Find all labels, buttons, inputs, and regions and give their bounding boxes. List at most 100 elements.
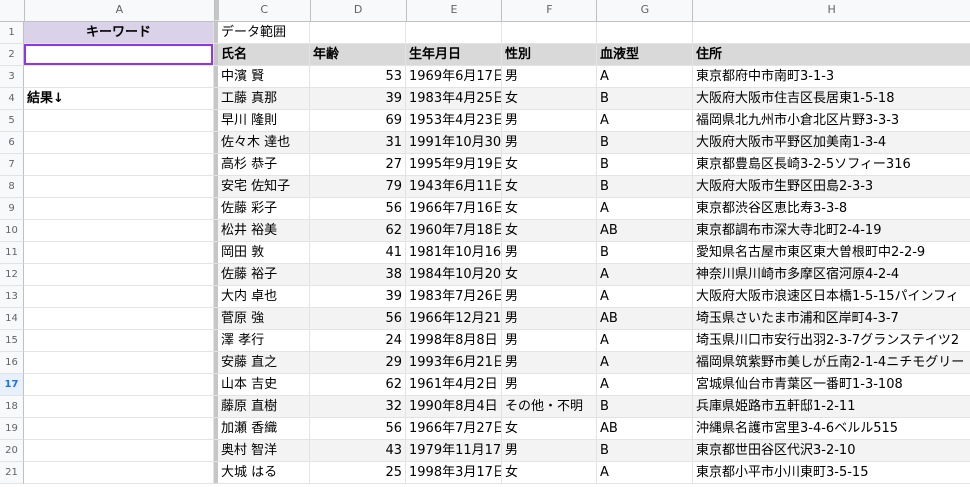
cell[interactable] xyxy=(24,330,214,352)
age-cell[interactable]: 32 xyxy=(310,396,406,418)
age-cell[interactable]: 53 xyxy=(310,66,406,88)
address-cell[interactable]: 神奈川県川崎市多摩区宿河原4-2-4 xyxy=(693,264,970,286)
name-cell[interactable]: 高杉 恭子 xyxy=(218,154,310,176)
column-header-c[interactable]: C xyxy=(219,0,311,21)
cell[interactable] xyxy=(24,110,214,132)
address-cell[interactable]: 福岡県筑紫野市美しが丘南2-1-4ニチモグリー xyxy=(693,352,970,374)
name-cell[interactable]: 早川 隆則 xyxy=(218,110,310,132)
range-label-cell[interactable]: データ範囲 xyxy=(218,22,310,44)
address-cell[interactable]: 東京都豊島区長崎3-2-5ソフィー316 xyxy=(693,154,970,176)
gender-cell[interactable]: 男 xyxy=(502,440,597,462)
birthdate-cell[interactable]: 1984年10月20日 xyxy=(406,264,502,286)
blood-type-cell[interactable]: B xyxy=(597,132,693,154)
blood-type-cell[interactable]: A xyxy=(597,352,693,374)
cell[interactable] xyxy=(24,396,214,418)
row-header[interactable]: 18 xyxy=(0,396,24,418)
name-cell[interactable]: 安宅 佐知子 xyxy=(218,176,310,198)
address-cell[interactable]: 大阪府大阪市生野区田島2-3-3 xyxy=(693,176,970,198)
blood-type-cell[interactable]: B xyxy=(597,88,693,110)
row-header[interactable]: 9 xyxy=(0,198,24,220)
blood-type-cell[interactable]: B xyxy=(597,440,693,462)
gender-cell[interactable]: 男 xyxy=(502,374,597,396)
age-cell[interactable]: 25 xyxy=(310,462,406,484)
cell[interactable] xyxy=(24,198,214,220)
birthdate-cell[interactable]: 1953年4月23日 xyxy=(406,110,502,132)
blood-type-cell[interactable]: B xyxy=(597,154,693,176)
birthdate-cell[interactable]: 1966年7月16日 xyxy=(406,198,502,220)
address-cell[interactable]: 埼玉県さいたま市浦和区岸町4-3-7 xyxy=(693,308,970,330)
birthdate-cell[interactable]: 1998年3月17日 xyxy=(406,462,502,484)
blood-type-cell[interactable]: B xyxy=(597,396,693,418)
gender-cell[interactable]: 男 xyxy=(502,132,597,154)
row-header[interactable]: 15 xyxy=(0,330,24,352)
gender-cell[interactable]: 男 xyxy=(502,330,597,352)
cell[interactable] xyxy=(24,374,214,396)
gender-cell[interactable]: 女 xyxy=(502,198,597,220)
birthdate-cell[interactable]: 1961年4月2日 xyxy=(406,374,502,396)
age-cell[interactable]: 79 xyxy=(310,176,406,198)
cell[interactable] xyxy=(24,286,214,308)
gender-cell[interactable]: 男 xyxy=(502,110,597,132)
header-age[interactable]: 年齢 xyxy=(310,44,406,66)
birthdate-cell[interactable]: 1990年8月4日 xyxy=(406,396,502,418)
header-blood-type[interactable]: 血液型 xyxy=(597,44,693,66)
age-cell[interactable]: 43 xyxy=(310,440,406,462)
blood-type-cell[interactable]: A xyxy=(597,264,693,286)
blood-type-cell[interactable]: A xyxy=(597,330,693,352)
gender-cell[interactable]: 男 xyxy=(502,352,597,374)
birthdate-cell[interactable]: 1993年6月21日 xyxy=(406,352,502,374)
name-cell[interactable]: 加瀬 香織 xyxy=(218,418,310,440)
row-header[interactable]: 4 xyxy=(0,88,24,110)
row-header[interactable]: 20 xyxy=(0,440,24,462)
gender-cell[interactable]: 女 xyxy=(502,88,597,110)
birthdate-cell[interactable]: 1979年11月17日 xyxy=(406,440,502,462)
cell[interactable] xyxy=(24,462,214,484)
row-header[interactable]: 16 xyxy=(0,352,24,374)
blood-type-cell[interactable]: A xyxy=(597,286,693,308)
birthdate-cell[interactable]: 1998年8月8日 xyxy=(406,330,502,352)
name-cell[interactable]: 中濱 賢 xyxy=(218,66,310,88)
address-cell[interactable]: 大阪府大阪市平野区加美南1-3-4 xyxy=(693,132,970,154)
address-cell[interactable]: 埼玉県川口市安行出羽2-3-7グランステイツ2 xyxy=(693,330,970,352)
name-cell[interactable]: 大城 はる xyxy=(218,462,310,484)
cell[interactable] xyxy=(24,418,214,440)
gender-cell[interactable]: 女 xyxy=(502,418,597,440)
cell[interactable] xyxy=(24,242,214,264)
address-cell[interactable]: 東京都小平市小川東町3-5-15 xyxy=(693,462,970,484)
cell[interactable] xyxy=(24,220,214,242)
row-header[interactable]: 11 xyxy=(0,242,24,264)
name-cell[interactable]: 佐藤 裕子 xyxy=(218,264,310,286)
birthdate-cell[interactable]: 1983年4月25日 xyxy=(406,88,502,110)
age-cell[interactable]: 31 xyxy=(310,132,406,154)
cell[interactable] xyxy=(24,264,214,286)
result-label-cell[interactable]: 結果↓ xyxy=(24,88,214,110)
gender-cell[interactable]: 女 xyxy=(502,462,597,484)
address-cell[interactable]: 東京都調布市深大寺北町2-4-19 xyxy=(693,220,970,242)
row-header[interactable]: 10 xyxy=(0,220,24,242)
header-gender[interactable]: 性別 xyxy=(502,44,597,66)
column-header-h[interactable]: H xyxy=(693,0,970,21)
birthdate-cell[interactable]: 1969年6月17日 xyxy=(406,66,502,88)
gender-cell[interactable]: 女 xyxy=(502,154,597,176)
blood-type-cell[interactable]: AB xyxy=(597,418,693,440)
birthdate-cell[interactable]: 1991年10月30日 xyxy=(406,132,502,154)
address-cell[interactable]: 大阪府大阪市住吉区長居東1-5-18 xyxy=(693,88,970,110)
age-cell[interactable]: 41 xyxy=(310,242,406,264)
row-header[interactable]: 6 xyxy=(0,132,24,154)
age-cell[interactable]: 39 xyxy=(310,88,406,110)
row-header[interactable]: 8 xyxy=(0,176,24,198)
name-cell[interactable]: 岡田 敦 xyxy=(218,242,310,264)
column-header-f[interactable]: F xyxy=(502,0,598,21)
cell[interactable] xyxy=(24,154,214,176)
address-cell[interactable]: 福岡県北九州市小倉北区片野3-3-3 xyxy=(693,110,970,132)
row-header[interactable]: 19 xyxy=(0,418,24,440)
blood-type-cell[interactable]: A xyxy=(597,110,693,132)
blood-type-cell[interactable]: A xyxy=(597,374,693,396)
address-cell[interactable]: 東京都渋谷区恵比寿3-3-8 xyxy=(693,198,970,220)
gender-cell[interactable]: 女 xyxy=(502,176,597,198)
row-header[interactable]: 12 xyxy=(0,264,24,286)
address-cell[interactable]: 東京都世田谷区代沢3-2-10 xyxy=(693,440,970,462)
address-cell[interactable]: 兵庫県姫路市五軒邸1-2-11 xyxy=(693,396,970,418)
name-cell[interactable]: 大内 卓也 xyxy=(218,286,310,308)
age-cell[interactable]: 27 xyxy=(310,154,406,176)
